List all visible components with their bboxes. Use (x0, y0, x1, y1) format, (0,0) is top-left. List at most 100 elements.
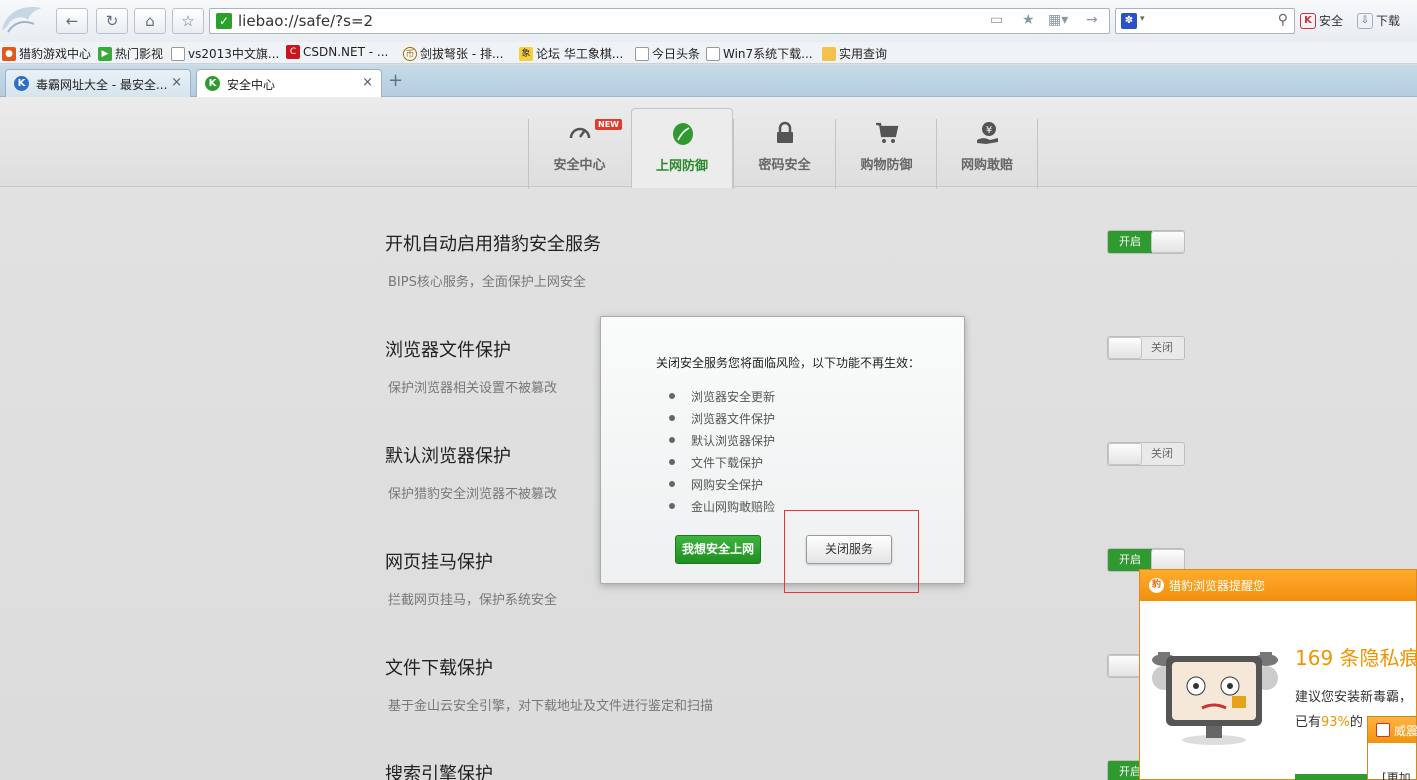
security-nav: NEW 安全中心 上网防御 密码安全 购物防御 ¥ 网购敢赔 (0, 97, 1417, 189)
game-center-icon: ● (2, 46, 16, 61)
bullet-icon (669, 503, 675, 509)
nav-label: 网购敢赔 (960, 158, 1013, 173)
list-item: 网购安全保护 (669, 473, 775, 495)
nav-shopping-defense[interactable]: 购物防御 (835, 119, 937, 189)
setting-desc: 保护浏览器相关设置不被篡改 (388, 381, 558, 396)
page-icon (171, 46, 185, 61)
bookmark-label: 今日头条 (652, 47, 701, 61)
bookmark-item[interactable]: 实用查询 (822, 45, 887, 62)
refresh-icon: ↻ (105, 12, 119, 30)
setting-title: 开机自动启用猎豹安全服务 (385, 234, 601, 255)
bookmark-item[interactable]: 象 论坛 华工象棋... (519, 45, 623, 62)
nav-label: 安全中心 (553, 158, 606, 173)
close-icon[interactable]: × (362, 75, 373, 90)
block-popup-icon[interactable]: ▭ (990, 12, 1003, 28)
setting-download: 文件下载保护 基于金山云安全引擎，对下载地址及文件进行鉴定和扫描 (385, 654, 713, 714)
toggle-knob (1151, 549, 1184, 571)
favorite-button[interactable]: ☆ (172, 8, 204, 34)
bullet-icon (669, 481, 675, 487)
tab-security-center[interactable]: K 安全中心 × (196, 69, 382, 98)
bookmark-label: 论坛 华工象棋... (536, 47, 624, 61)
address-bar[interactable]: ✓ liebao://safe/?s=2 ▭ ★ ▦▾ → (209, 8, 1110, 34)
chevron-down-icon[interactable]: ▾ (1140, 14, 1145, 24)
bookmark-item[interactable]: 币 剑拔弩张 - 排... (403, 45, 503, 62)
bookmark-item[interactable]: ● 猎豹游戏中心 (2, 45, 91, 62)
bullet-icon (669, 415, 675, 421)
duba-k-icon: K (14, 76, 29, 91)
setting-title: 搜索引擎保护 (385, 764, 493, 780)
highlight-annotation-box (784, 510, 919, 593)
site-icon: 币 (403, 46, 417, 61)
security-button[interactable]: K 安全 (1300, 12, 1343, 29)
bookmark-item[interactable]: 今日头条 (635, 45, 700, 62)
toggle-knob (1151, 231, 1184, 253)
nav-security-center[interactable]: NEW 安全中心 (528, 119, 630, 189)
kingsoft-k-icon: K (1300, 12, 1316, 29)
item-label: 浏览器文件保护 (691, 411, 776, 426)
nav-password-security[interactable]: 密码安全 (733, 119, 835, 189)
star-add-icon[interactable]: ★ (1022, 12, 1035, 28)
setting-title: 文件下载保护 (385, 658, 493, 679)
setting-desc: 保护猎豹安全浏览器不被篡改 (388, 487, 558, 502)
toggle-browser-file[interactable]: 关闭 (1107, 336, 1185, 360)
nav-label: 密码安全 (758, 158, 811, 173)
item-label: 默认浏览器保护 (691, 433, 776, 448)
setting-desc: BIPS核心服务，全面保护上网安全 (388, 275, 586, 290)
home-icon: ⌂ (145, 12, 155, 30)
warning-title: 威震 (1394, 724, 1417, 738)
stay-safe-button[interactable]: 我想安全上网 (675, 535, 761, 564)
nav-web-defense[interactable]: 上网防御 (631, 108, 733, 188)
cart-icon (876, 122, 899, 143)
bookmark-item[interactable]: vs2013中文旗... (171, 45, 279, 62)
tab-duba-home[interactable]: K 毒霸网址大全 - 最安全... × (5, 69, 191, 97)
toggle-knob (1108, 337, 1142, 359)
liebao-logo-icon (2, 6, 42, 33)
toggle-on-label: 开启 (1108, 549, 1152, 571)
list-item: 浏览器安全更新 (669, 385, 775, 407)
list-item: 金山网购敢赔险 (669, 495, 775, 517)
setting-desc: 基于金山云安全引擎，对下载地址及文件进行鉴定和扫描 (388, 699, 714, 714)
toggle-default-browser[interactable]: 关闭 (1107, 442, 1185, 466)
bookmark-label: 实用查询 (839, 47, 888, 61)
url-text: liebao://safe/?s=2 (238, 12, 374, 30)
bookmark-item[interactable]: ▶ 热门影视 (98, 45, 163, 62)
dialog-message: 关闭安全服务您将面临风险，以下功能不再生效： (656, 356, 921, 370)
setting-autostart: 开机自动启用猎豹安全服务 BIPS核心服务，全面保护上网安全 (385, 230, 601, 290)
download-button[interactable]: ⇩ 下载 (1357, 12, 1400, 29)
bookmark-item[interactable]: C CSDN.NET - ... (286, 45, 388, 59)
yuan-hand-icon: ¥ (977, 122, 998, 144)
percent-value: 93% (1321, 715, 1350, 730)
toggle-autostart[interactable]: 开启 (1107, 230, 1185, 254)
bookmark-label: Win7系统下载... (723, 47, 813, 61)
setting-desc: 拦截网页挂马，保护系统安全 (388, 593, 558, 608)
warning-header: 威震 (1368, 717, 1417, 743)
search-icon[interactable]: ⚲ (1278, 12, 1288, 28)
popup-title: 猎豹浏览器提醒您 (1169, 579, 1266, 593)
home-button[interactable]: ⌂ (134, 8, 166, 34)
nav-shopping-compensation[interactable]: ¥ 网购敢赔 (936, 119, 1038, 189)
lock-icon (777, 121, 793, 143)
play-icon: ▶ (98, 46, 112, 61)
bullet-icon (669, 393, 675, 399)
warning-body[interactable]: [更加 (1382, 769, 1411, 780)
item-label: 文件下载保护 (691, 455, 764, 470)
leaf-shield-icon (673, 123, 693, 145)
toggle-knob (1108, 655, 1142, 677)
bookmark-item[interactable]: Win7系统下载... (706, 45, 813, 62)
new-tab-button[interactable]: + (388, 70, 403, 91)
search-box[interactable]: ✽ ▾ ⚲ (1115, 8, 1295, 34)
setting-default-browser: 默认浏览器保护 保护猎豹安全浏览器不被篡改 (385, 442, 557, 502)
download-icon: ⇩ (1357, 12, 1373, 29)
line2-prefix: 已有 (1295, 715, 1322, 730)
list-item: 浏览器文件保护 (669, 407, 775, 429)
close-icon[interactable]: × (171, 75, 182, 90)
nav-label: 购物防御 (860, 158, 913, 173)
privacy-count-headline: 169 条隐私痕 (1295, 646, 1417, 670)
go-arrow-icon[interactable]: → (1086, 12, 1098, 28)
baidu-paw-icon: ✽ (1121, 13, 1137, 29)
refresh-button[interactable]: ↻ (96, 8, 128, 34)
bookmark-label: 剑拔弩张 - 排... (420, 47, 504, 61)
qr-code-icon[interactable]: ▦▾ (1048, 12, 1068, 28)
popup-action-button[interactable] (1295, 774, 1375, 780)
back-button[interactable]: ← (56, 8, 88, 34)
